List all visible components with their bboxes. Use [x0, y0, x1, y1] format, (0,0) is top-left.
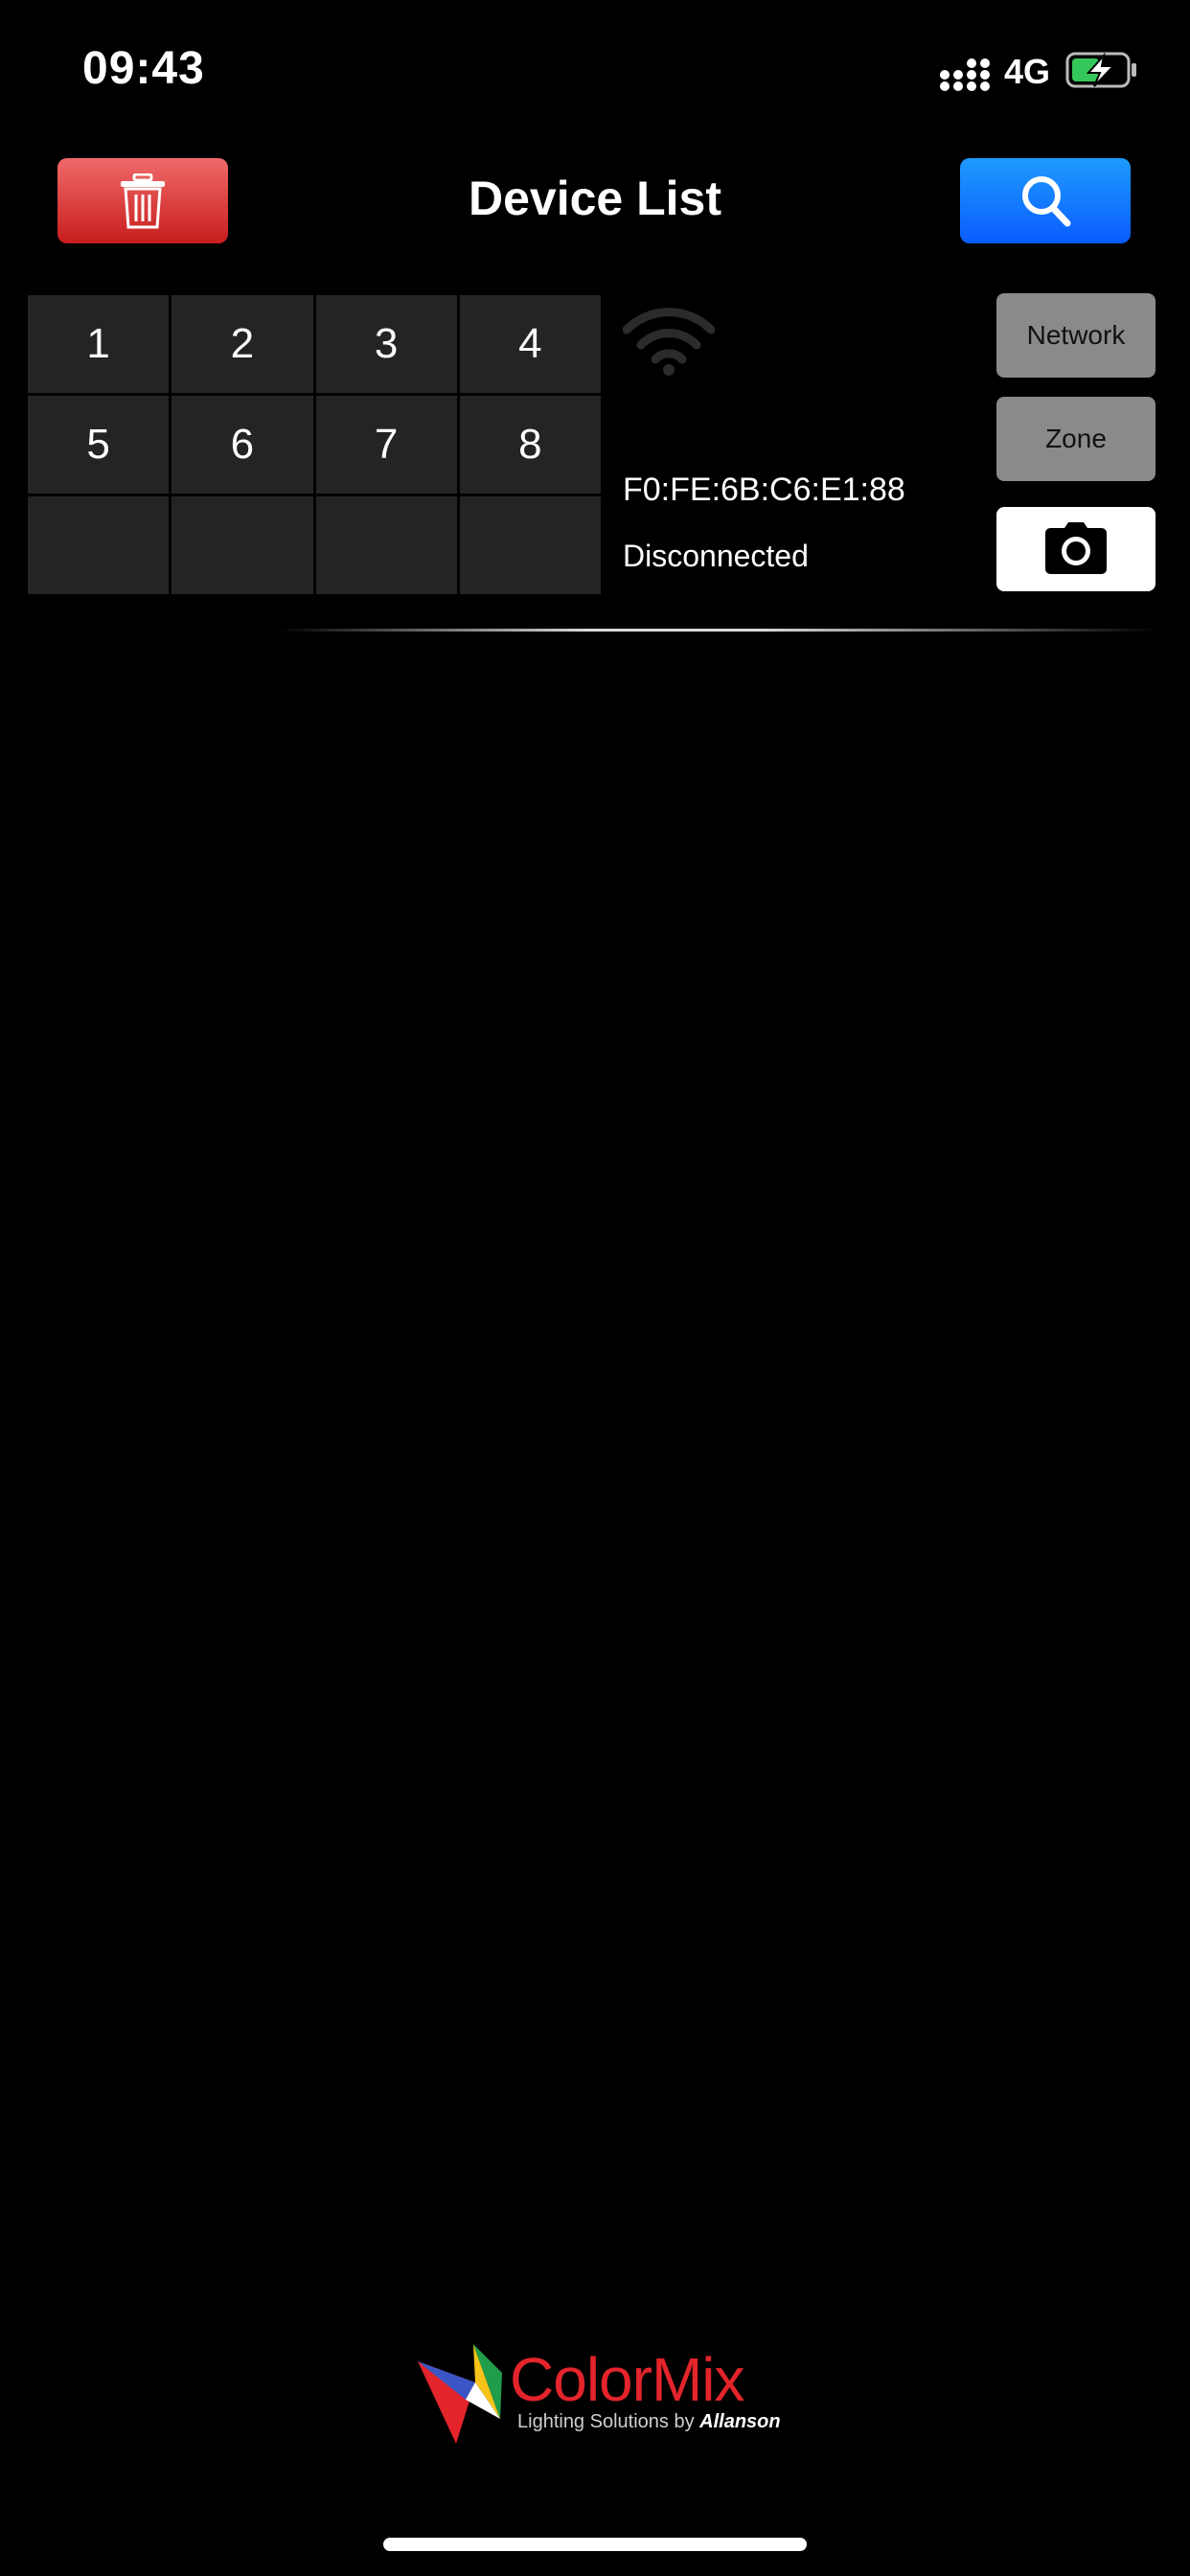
search-icon	[1022, 176, 1071, 227]
colormix-logo: ColorMix Lighting Solutions by Allanson	[418, 2344, 782, 2450]
zone-cell-10[interactable]	[172, 496, 313, 594]
zone-cell-2[interactable]: 2	[172, 295, 313, 393]
zone-button[interactable]: Zone	[996, 397, 1156, 481]
connection-status: Disconnected	[623, 539, 809, 573]
device-mac-address: F0:FE:6B:C6:E1:88	[623, 472, 905, 508]
zone-cell-12[interactable]	[459, 496, 601, 594]
zone-grid: 1 2 3 4 5 6 7 8	[28, 295, 601, 594]
logo-brand: Allanson	[699, 2411, 781, 2432]
search-button[interactable]	[960, 158, 1131, 243]
home-indicator[interactable]	[383, 2538, 807, 2551]
wifi-icon	[623, 308, 715, 376]
zone-cell-4[interactable]: 4	[459, 295, 601, 393]
network-button[interactable]: Network	[996, 293, 1156, 378]
zone-cell-7[interactable]: 7	[315, 396, 457, 494]
zone-cell-6[interactable]: 6	[172, 396, 313, 494]
battery-charging-icon	[1065, 52, 1136, 88]
zone-cell-9[interactable]	[28, 496, 170, 594]
camera-button[interactable]	[996, 507, 1156, 591]
zone-cell-8[interactable]: 8	[459, 396, 601, 494]
network-type: 4G	[1004, 52, 1051, 91]
camera-icon	[1045, 522, 1107, 574]
zone-cell-11[interactable]	[315, 496, 457, 594]
colormix-logo-icon	[418, 2344, 502, 2444]
cellular-signal-icon	[940, 58, 990, 91]
section-divider	[278, 629, 1159, 632]
zone-cell-3[interactable]: 3	[315, 295, 457, 393]
logo-tagline-text: Lighting Solutions by	[517, 2411, 695, 2432]
zone-cell-1[interactable]: 1	[28, 295, 170, 393]
logo-name: ColorMix	[510, 2345, 744, 2414]
logo-tagline: Lighting Solutions by Allanson	[517, 2411, 781, 2433]
zone-cell-5[interactable]: 5	[28, 396, 170, 494]
status-time: 09:43	[82, 43, 205, 94]
